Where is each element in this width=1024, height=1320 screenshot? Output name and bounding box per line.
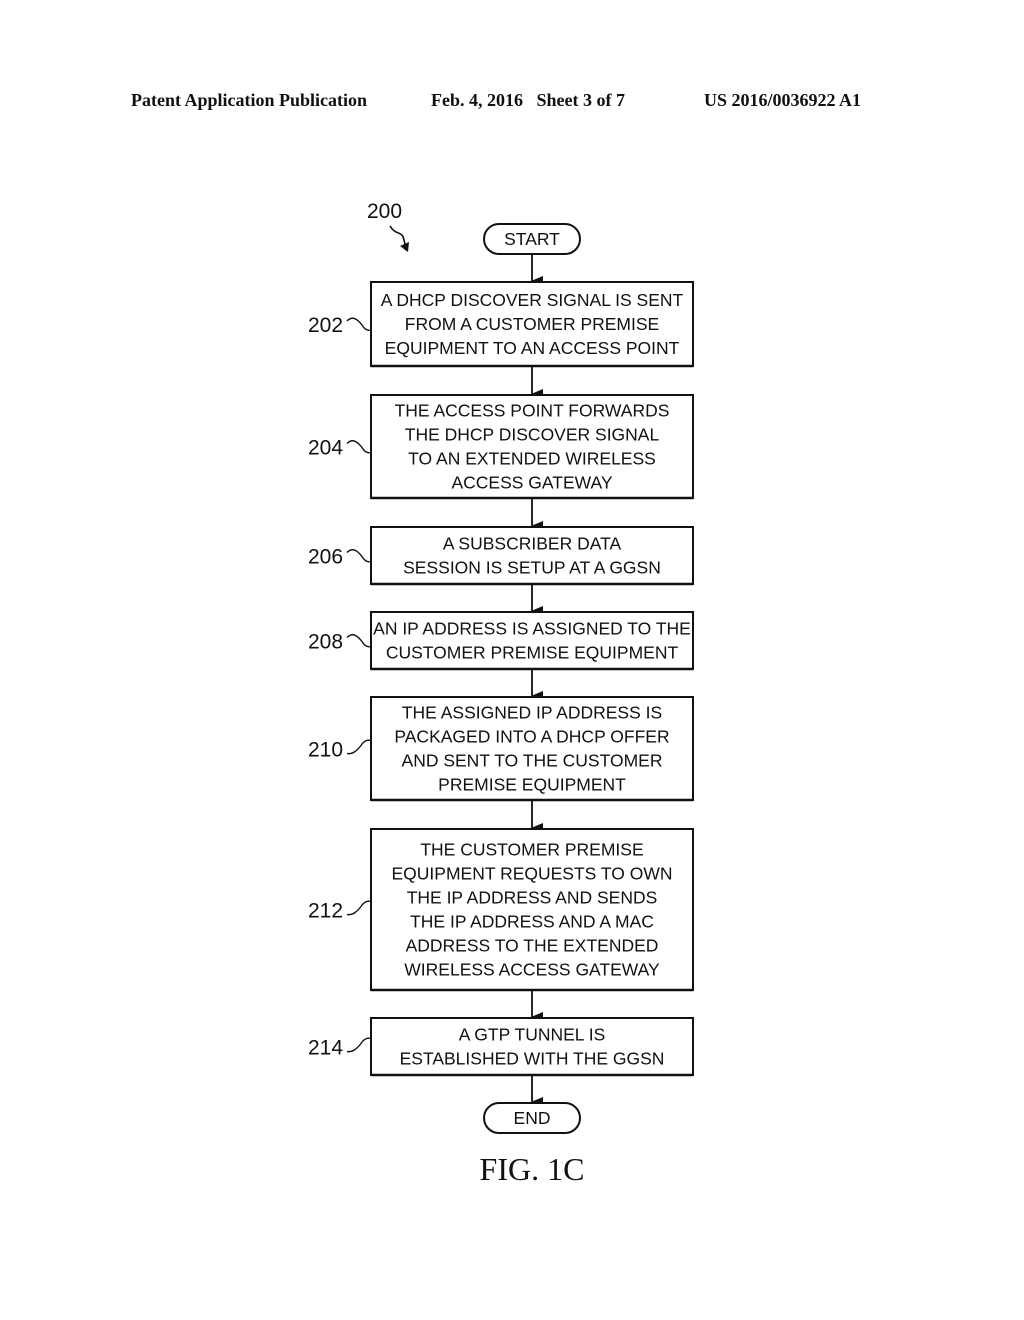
step-text-line: THE ASSIGNED IP ADDRESS IS: [402, 703, 662, 723]
process-step-214: A GTP TUNNEL IS ESTABLISHED WITH THE GGSN…: [308, 1017, 694, 1077]
ref-leader-line: [346, 634, 372, 648]
step-text-line: THE ACCESS POINT FORWARDS: [395, 401, 670, 421]
step-text-line: FROM A CUSTOMER PREMISE: [405, 314, 659, 334]
step-text-line: THE DHCP DISCOVER SIGNAL: [405, 425, 660, 445]
step-ref-number: 202: [308, 314, 343, 337]
ref-leader-line: [346, 440, 372, 454]
process-step-204: THE ACCESS POINT FORWARDS THE DHCP DISCOV…: [308, 394, 694, 500]
step-text-line: A DHCP DISCOVER SIGNAL IS SENT: [381, 290, 684, 310]
ref-leader-line: [346, 900, 372, 916]
step-text-line: PACKAGED INTO A DHCP OFFER: [394, 727, 669, 747]
step-ref-number: 210: [308, 739, 343, 762]
step-ref-number: 206: [308, 546, 343, 569]
step-text-line: ESTABLISHED WITH THE GGSN: [400, 1049, 665, 1069]
step-text-line: PREMISE EQUIPMENT: [438, 775, 626, 795]
step-text-line: CUSTOMER PREMISE EQUIPMENT: [386, 643, 679, 663]
ref-leader-line: [346, 739, 372, 755]
step-text-line: THE IP ADDRESS AND A MAC: [410, 912, 654, 932]
step-ref-number: 204: [308, 437, 343, 460]
step-text-line: EQUIPMENT TO AN ACCESS POINT: [385, 338, 680, 358]
process-step-202: A DHCP DISCOVER SIGNAL IS SENT FROM A CUS…: [308, 281, 694, 368]
end-label: END: [514, 1108, 551, 1128]
step-text-line: THE IP ADDRESS AND SENDS: [407, 888, 658, 908]
step-text-line: ACCESS GATEWAY: [451, 473, 612, 493]
step-text-line: TO AN EXTENDED WIRELESS: [408, 449, 656, 469]
step-text-line: A SUBSCRIBER DATA: [443, 534, 622, 554]
process-step-210: THE ASSIGNED IP ADDRESS IS PACKAGED INTO …: [308, 696, 694, 802]
figure-ref-number: 200: [367, 200, 402, 223]
end-terminal: END: [483, 1102, 581, 1134]
start-terminal: START: [483, 223, 581, 255]
step-text-line: A GTP TUNNEL IS: [459, 1025, 606, 1045]
process-step-212: THE CUSTOMER PREMISE EQUIPMENT REQUESTS T…: [308, 828, 694, 992]
process-step-208: AN IP ADDRESS IS ASSIGNED TO THE CUSTOMER…: [308, 611, 694, 671]
ref-leader-line: [346, 1037, 372, 1053]
step-text-line: SESSION IS SETUP AT A GGSN: [403, 558, 661, 578]
step-ref-number: 212: [308, 900, 343, 923]
step-text-line: EQUIPMENT REQUESTS TO OWN: [391, 864, 672, 884]
step-text-line: ADDRESS TO THE EXTENDED: [406, 936, 659, 956]
ref-leader-line: [346, 317, 372, 332]
flowchart: 200 START A DHCP DISCOVER SIGNAL IS SENT…: [308, 200, 694, 1187]
step-text-line: THE CUSTOMER PREMISE: [420, 840, 643, 860]
figure-caption: FIG. 1C: [480, 1151, 585, 1187]
step-text-line: WIRELESS ACCESS GATEWAY: [404, 960, 660, 980]
ref-leader-line: [346, 549, 372, 563]
step-ref-number: 214: [308, 1037, 343, 1060]
step-text-line: AN IP ADDRESS IS ASSIGNED TO THE: [373, 619, 691, 639]
start-label: START: [504, 229, 560, 249]
process-step-206: A SUBSCRIBER DATA SESSION IS SETUP AT A G…: [308, 526, 694, 586]
step-ref-number: 208: [308, 631, 343, 654]
step-text-line: AND SENT TO THE CUSTOMER: [402, 751, 663, 771]
